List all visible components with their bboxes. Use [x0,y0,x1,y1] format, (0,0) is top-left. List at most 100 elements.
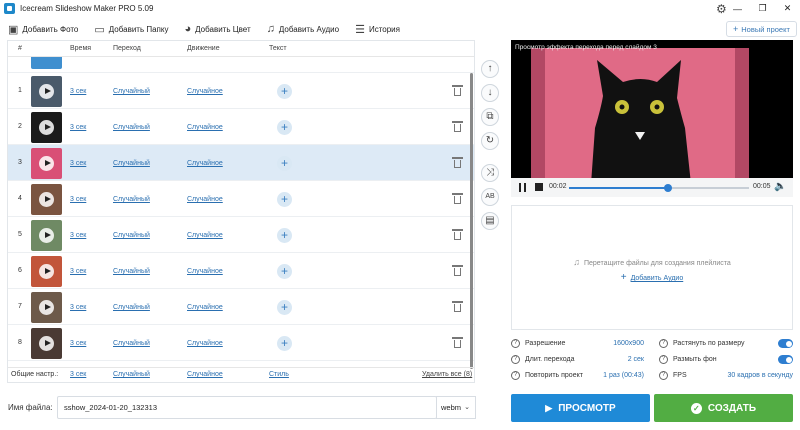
trash-icon[interactable] [452,229,463,240]
row-motion-link[interactable]: Случайное [187,124,223,131]
add-audio-button[interactable]: ♫ Добавить Аудио [267,23,339,35]
minimize-button[interactable]: — [725,0,750,17]
add-photo-button[interactable]: ▣ Добавить Фото [8,23,78,36]
row-transition-link[interactable]: Случайный [113,340,150,347]
row-time-link[interactable]: 3 сек [70,340,86,347]
trash-icon[interactable] [452,301,463,312]
fps-value[interactable]: 30 кадров в секунду [711,372,793,379]
row-transition-link[interactable]: Случайный [113,304,150,311]
add-text-button[interactable]: + [277,336,292,351]
play-icon[interactable] [39,300,54,315]
delete-all-link[interactable]: Удалить все (8) [422,371,472,378]
row-motion-link[interactable]: Случайное [187,340,223,347]
thumbnail[interactable] [31,76,62,107]
play-icon[interactable] [39,264,54,279]
table-scrollbar[interactable] [470,73,473,369]
audio-playlist-dropzone[interactable]: ♫ Перетащите файлы для создания плейлиста… [511,205,793,330]
repeat-value[interactable]: 1 раз (00:43) [589,372,644,379]
row-time-link[interactable]: 3 сек [70,232,86,239]
trash-icon[interactable] [452,193,463,204]
thumbnail[interactable] [31,220,62,251]
play-icon[interactable] [39,336,54,351]
thumbnail[interactable] [31,292,62,323]
row-transition-link[interactable]: Случайный [113,160,150,167]
add-color-button[interactable]: ◕ Добавить Цвет [184,23,250,35]
shuffle-icon[interactable]: ⤨ [481,164,499,182]
table-row[interactable]: 4 3 сек Случайный Случайное + [8,181,474,217]
thumbnail[interactable] [31,148,62,179]
add-text-button[interactable]: + [277,300,292,315]
trash-icon[interactable] [452,337,463,348]
filename-input[interactable]: sshow_2024-01-20_132313 [57,396,437,419]
row-transition-link[interactable]: Случайный [113,124,150,131]
thumbnail[interactable] [31,256,62,287]
help-icon[interactable]: ? [511,339,520,348]
maximize-button[interactable]: ❐ [750,0,775,17]
trash-icon[interactable] [452,157,463,168]
thumbnail[interactable] [31,184,62,215]
thumbnail[interactable] [31,328,62,359]
help-icon[interactable]: ? [659,355,668,364]
row-motion-link[interactable]: Случайное [187,196,223,203]
move-up-icon[interactable]: ↑ [481,60,499,78]
sort-ab-icon[interactable]: AB [481,188,499,206]
table-row[interactable]: 6 3 сек Случайный Случайное + [8,253,474,289]
play-icon[interactable] [39,192,54,207]
add-text-button[interactable]: + [277,120,292,135]
table-row[interactable]: 3 3 сек Случайный Случайное + [8,145,474,181]
row-motion-link[interactable]: Случайное [187,268,223,275]
subtitles-icon[interactable]: ▤ [481,212,499,230]
play-icon[interactable] [39,84,54,99]
table-row[interactable]: 2 3 сек Случайный Случайное + [8,109,474,145]
seek-handle[interactable] [664,184,672,192]
close-button[interactable]: ✕ [775,0,800,17]
row-transition-link[interactable]: Случайный [113,232,150,239]
trash-icon[interactable] [452,85,463,96]
table-row[interactable]: 7 3 сек Случайный Случайное + [8,289,474,325]
add-folder-button[interactable]: ▭ Добавить Папку [94,23,168,36]
row-transition-link[interactable]: Случайный [113,88,150,95]
row-time-link[interactable]: 3 сек [70,196,86,203]
thumbnail[interactable] [31,112,62,143]
help-icon[interactable]: ? [511,371,520,380]
play-icon[interactable] [39,228,54,243]
row-time-link[interactable]: 3 сек [70,268,86,275]
new-project-button[interactable]: + Новый проект [726,21,797,37]
add-text-button[interactable]: + [277,264,292,279]
volume-icon[interactable]: 🔈 [774,181,786,192]
add-audio-link[interactable]: + Добавить Аудио [512,272,792,283]
add-text-button[interactable]: + [277,192,292,207]
add-text-button[interactable]: + [277,84,292,99]
blur-toggle[interactable] [778,355,793,364]
table-row[interactable]: 5 3 сек Случайный Случайное + [8,217,474,253]
general-transition-link[interactable]: Случайный [113,371,150,378]
row-motion-link[interactable]: Случайное [187,160,223,167]
row-time-link[interactable]: 3 сек [70,124,86,131]
add-text-button[interactable]: + [277,228,292,243]
rotate-icon[interactable]: ↻ [481,132,499,150]
play-icon[interactable] [39,120,54,135]
crop-icon[interactable]: ⧉ [481,108,499,126]
help-icon[interactable]: ? [511,355,520,364]
row-time-link[interactable]: 3 сек [70,88,86,95]
row-transition-link[interactable]: Случайный [113,268,150,275]
table-row-partial[interactable] [8,57,474,73]
move-down-icon[interactable]: ↓ [481,84,499,102]
row-transition-link[interactable]: Случайный [113,196,150,203]
play-icon[interactable] [39,156,54,171]
stretch-toggle[interactable] [778,339,793,348]
preview-button[interactable]: ▶ ПРОСМОТР [511,394,650,422]
row-time-link[interactable]: 3 сек [70,160,86,167]
seek-slider[interactable] [569,184,749,192]
row-motion-link[interactable]: Случайное [187,88,223,95]
trash-icon[interactable] [452,121,463,132]
pause-icon[interactable] [519,183,526,192]
row-motion-link[interactable]: Случайное [187,304,223,311]
general-time-link[interactable]: 3 сек [70,371,86,378]
add-text-button[interactable]: + [277,156,292,171]
row-motion-link[interactable]: Случайное [187,232,223,239]
format-select[interactable]: webm ⌄ [436,396,476,419]
history-button[interactable]: ☰ История [355,23,400,36]
row-time-link[interactable]: 3 сек [70,304,86,311]
stop-icon[interactable] [535,183,543,191]
